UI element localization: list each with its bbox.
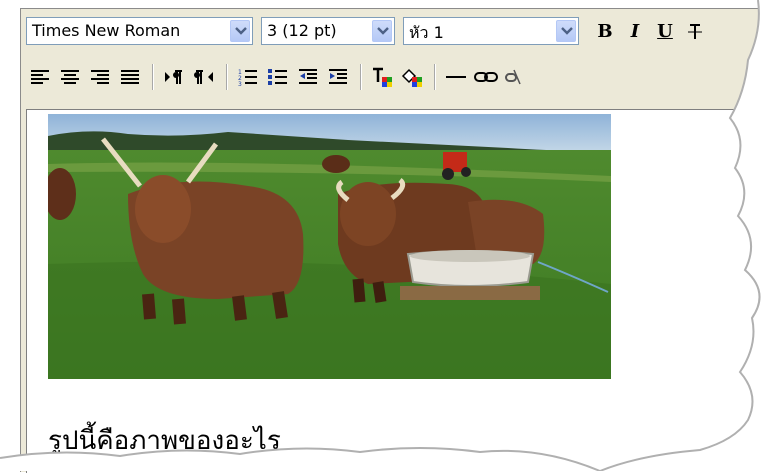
torn-paper-edge (0, 0, 771, 471)
screenshot: Times New Roman 3 (12 pt) หัว 1 B I U 1 … (0, 0, 771, 473)
